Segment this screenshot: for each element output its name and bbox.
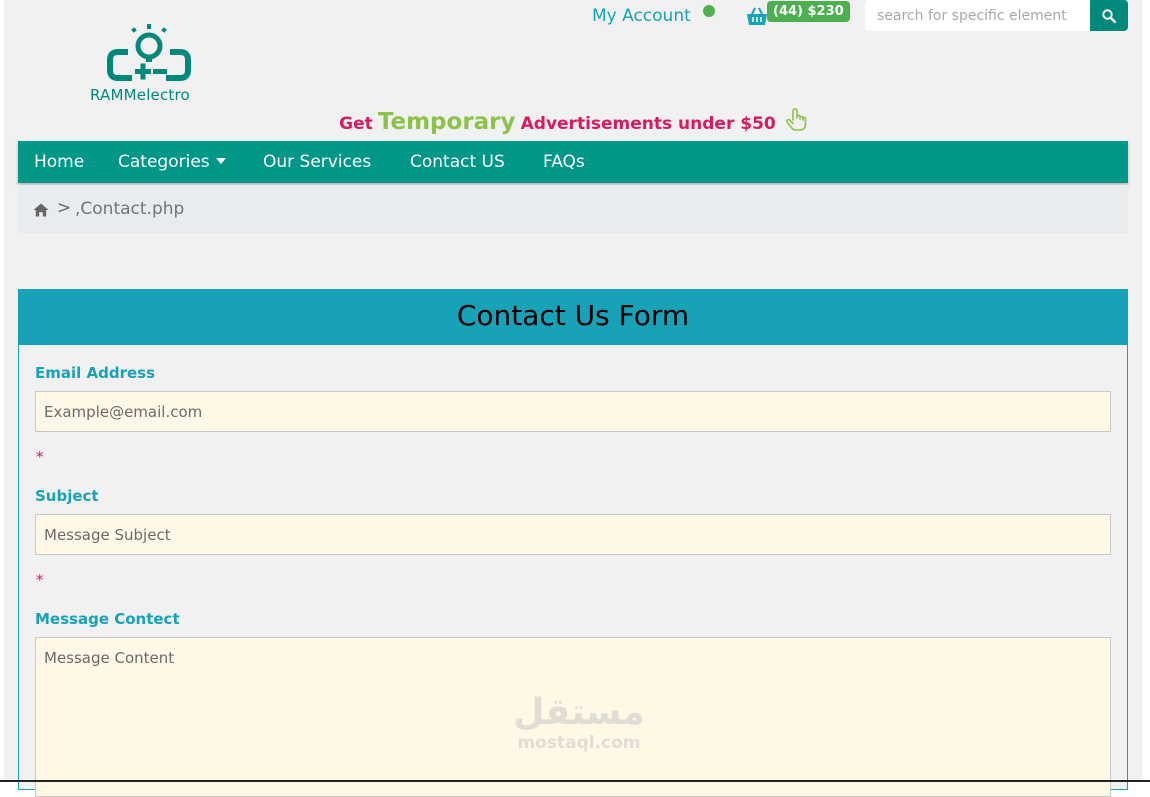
nav-item-categories-label: Categories bbox=[118, 152, 210, 172]
breadcrumb: > ,Contact.php bbox=[18, 185, 1128, 233]
watermark-latin: mostaql.com bbox=[517, 733, 641, 753]
logo-icon[interactable] bbox=[104, 22, 194, 86]
promo-rest-text: Advertisements under $50 bbox=[520, 114, 776, 134]
subject-field[interactable] bbox=[35, 514, 1111, 555]
logo-text: RAMMelectro bbox=[90, 86, 190, 104]
promo-highlight-text: Temporary bbox=[377, 109, 516, 135]
search-icon bbox=[1102, 8, 1116, 23]
online-status-dot bbox=[703, 5, 715, 17]
nav-item-home[interactable]: Home bbox=[34, 141, 84, 183]
nav-item-contact-us[interactable]: Contact US bbox=[410, 141, 505, 183]
promo-banner[interactable]: Get Temporary Advertisements under $50 bbox=[4, 108, 1142, 136]
nav-item-faqs[interactable]: FAQs bbox=[543, 141, 585, 183]
subject-label: Subject bbox=[35, 487, 99, 505]
hand-pointer-icon bbox=[785, 108, 807, 136]
main-navbar: Home Categories Our Services Contact US … bbox=[18, 141, 1128, 183]
caret-down-icon bbox=[215, 158, 226, 164]
email-label: Email Address bbox=[35, 364, 156, 382]
search-button[interactable] bbox=[1090, 0, 1128, 31]
cart-icon[interactable] bbox=[746, 7, 768, 31]
promo-get-text: Get bbox=[339, 114, 373, 134]
watermark-arabic: مستقل bbox=[513, 692, 645, 733]
nav-item-our-services[interactable]: Our Services bbox=[263, 141, 371, 183]
message-label: Message Contect bbox=[35, 610, 180, 628]
nav-item-categories[interactable]: Categories bbox=[118, 141, 226, 183]
contact-form-header: Contact Us Form bbox=[18, 289, 1128, 345]
breadcrumb-current-page: ,Contact.php bbox=[75, 199, 185, 219]
page: My Account (44) $230 RAMMelectr bbox=[4, 0, 1142, 797]
breadcrumb-separator: > bbox=[57, 198, 72, 218]
cart-summary-badge[interactable]: (44) $230 bbox=[767, 1, 850, 22]
subject-required-mark: * bbox=[36, 571, 44, 589]
contact-form-title: Contact Us Form bbox=[456, 299, 690, 332]
home-icon[interactable] bbox=[33, 202, 49, 221]
email-field[interactable] bbox=[35, 391, 1111, 432]
search-input[interactable] bbox=[865, 0, 1090, 31]
watermark: مستقل mostaql.com bbox=[499, 692, 659, 754]
my-account-link[interactable]: My Account bbox=[592, 6, 691, 26]
email-required-mark: * bbox=[36, 448, 44, 466]
